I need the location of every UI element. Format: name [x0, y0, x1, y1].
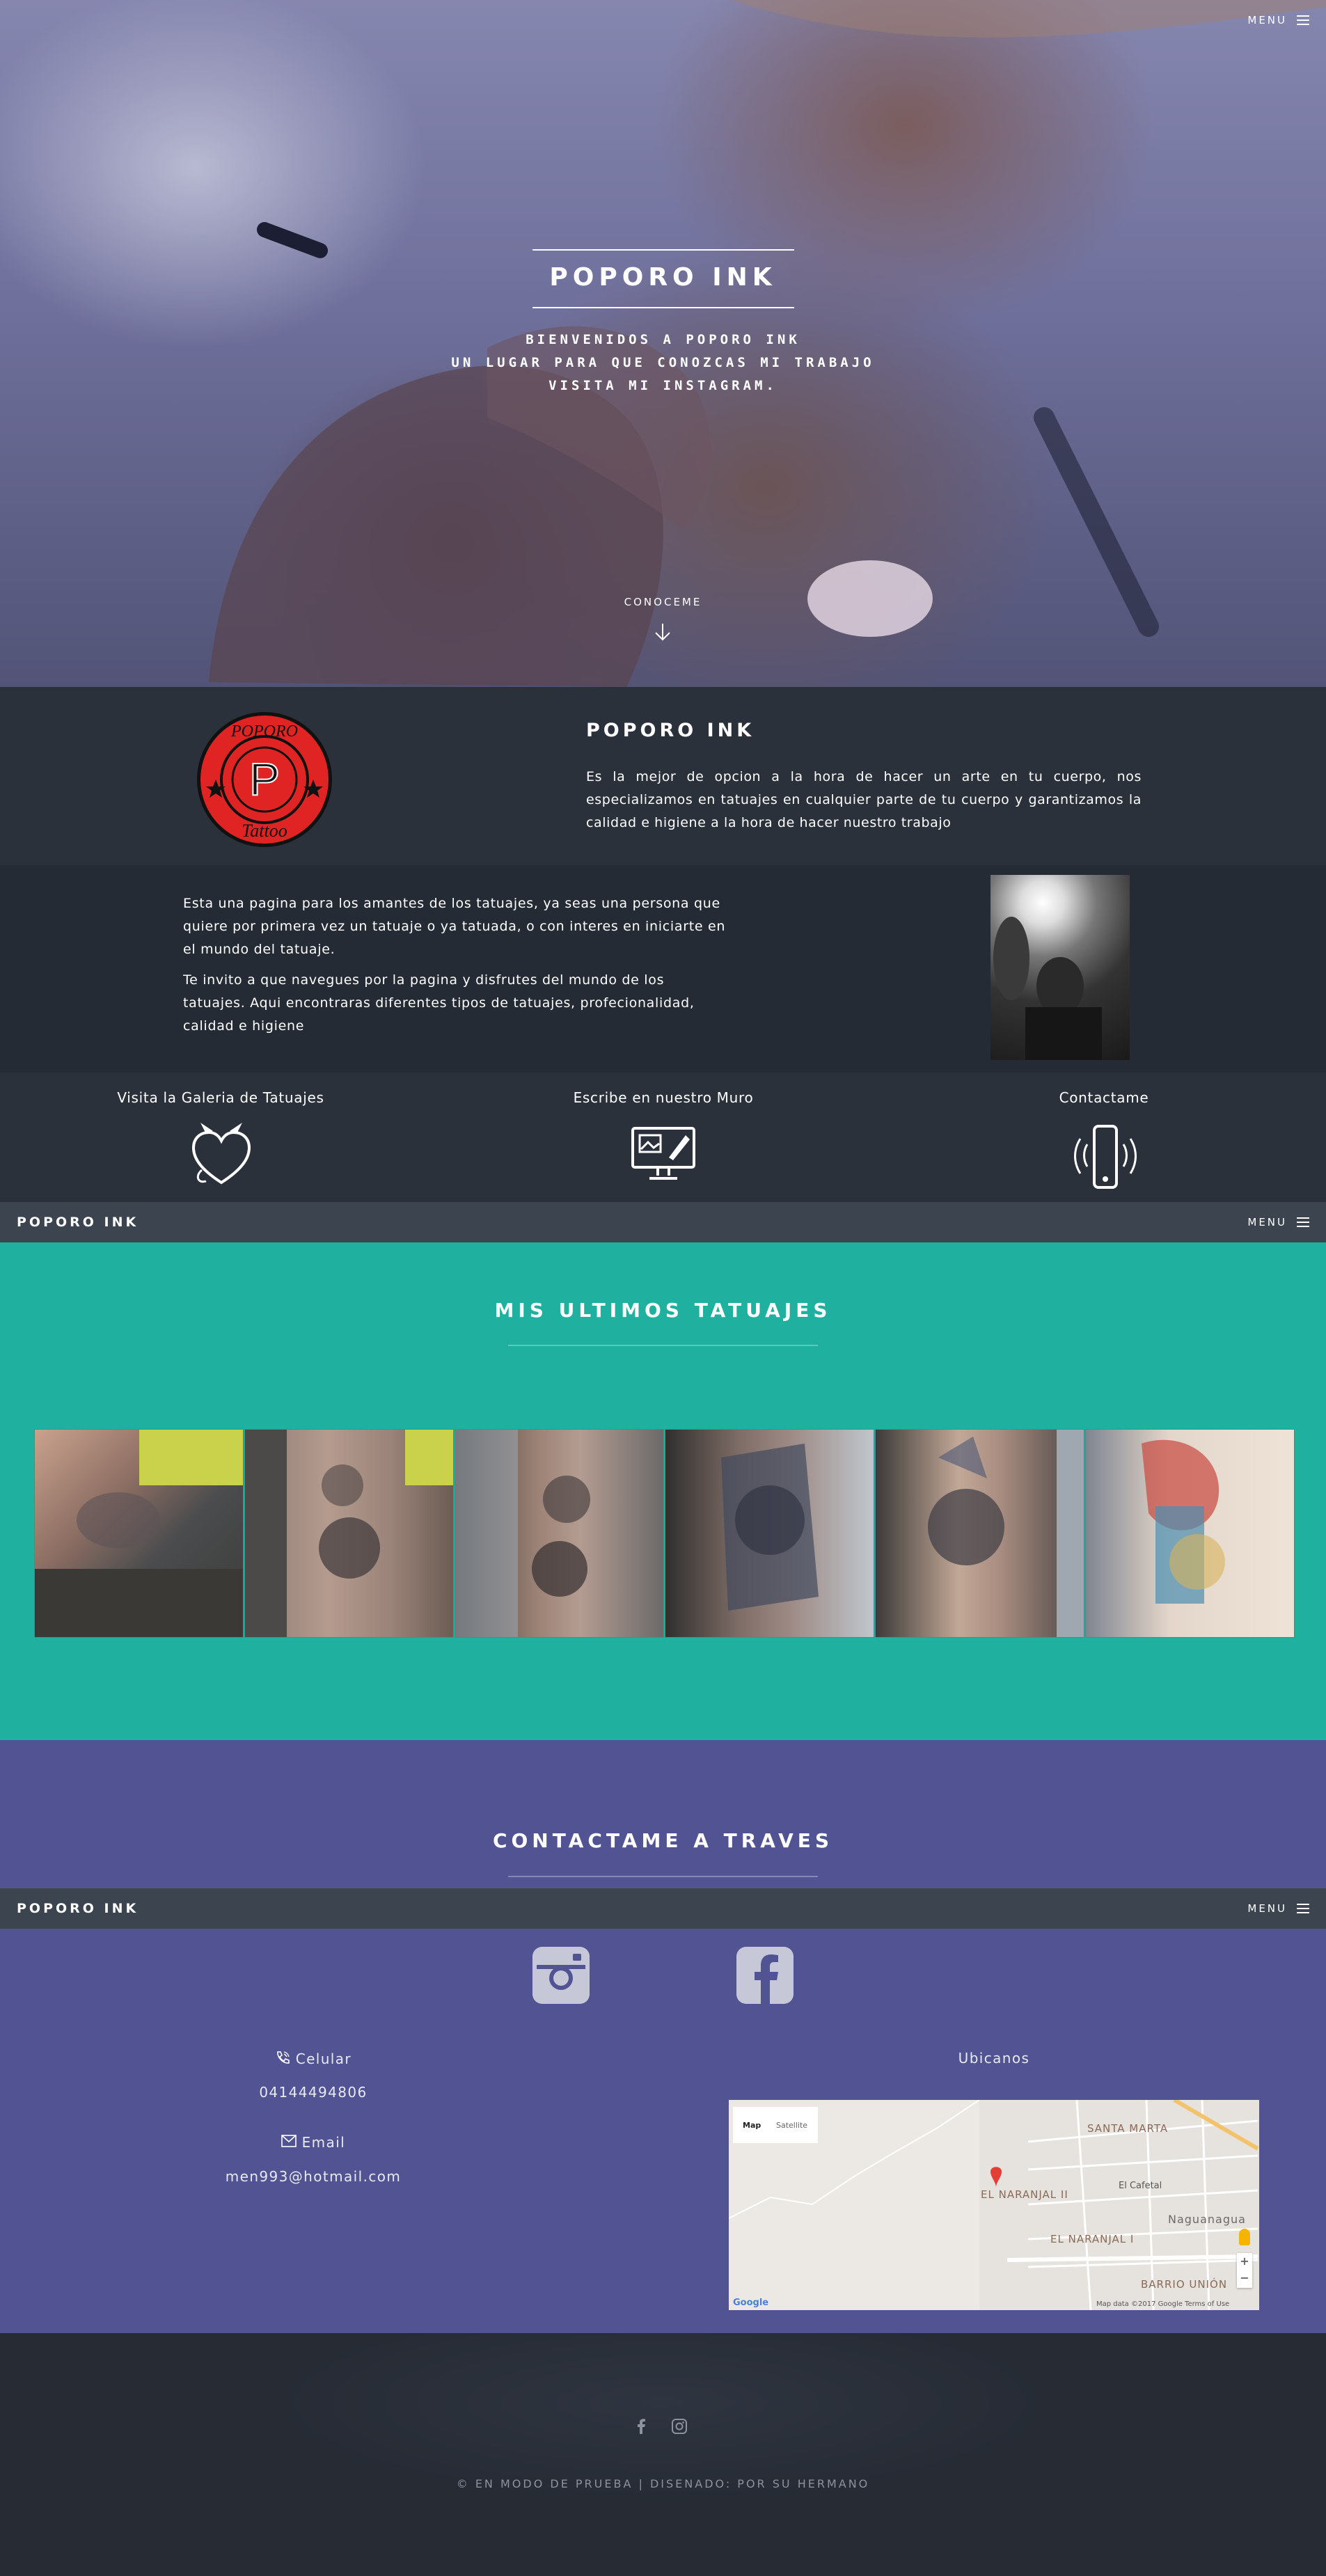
phone-label: Celular: [295, 2050, 352, 2067]
map-place: BARRIO UNIÓN: [1141, 2278, 1228, 2291]
map-attribution[interactable]: Map data ©2017 Google Terms of Use: [1096, 2300, 1229, 2308]
navbar-brand[interactable]: POPORO INK: [17, 1901, 139, 1916]
email-address[interactable]: men993@hotmail.com: [174, 2168, 452, 2185]
title-rule-bottom: [532, 307, 794, 308]
hero-menu-button[interactable]: MENU: [1247, 14, 1309, 26]
hero-section: MENU POPORO INK BIENVENIDOS A POPORO INK…: [0, 0, 1326, 687]
about-text: Es la mejor de opcion a la hora de hacer…: [586, 769, 1142, 830]
pegman-icon[interactable]: [1239, 2229, 1250, 2245]
gallery-tile[interactable]: [34, 1429, 244, 1638]
hero-title: POPORO INK: [549, 263, 777, 292]
conoceme-link[interactable]: CONOCEME: [0, 596, 1326, 608]
instagram-small-icon[interactable]: [672, 2419, 687, 2434]
map-zoom-controls[interactable]: + −: [1237, 2253, 1252, 2288]
navbar-menu-button[interactable]: MENU: [1247, 1216, 1309, 1228]
mail-icon: [281, 2135, 297, 2147]
map-place: Naguanagua: [1168, 2213, 1246, 2226]
menu-label: MENU: [1247, 1216, 1287, 1228]
map-tab-map[interactable]: Map: [743, 2121, 761, 2130]
artist-photo: [990, 875, 1130, 1060]
hamburger-icon: [1297, 15, 1309, 25]
map-tab-satellite[interactable]: Satellite: [776, 2121, 807, 2130]
intro-paragraph-1: Esta una pagina para los amantes de los …: [183, 896, 726, 957]
menu-label: MENU: [1247, 14, 1287, 26]
facebook-small-icon[interactable]: [635, 2419, 647, 2434]
hamburger-icon: [1297, 1217, 1309, 1227]
phone-icon[interactable]: [1072, 1123, 1139, 1190]
gallery-tile[interactable]: [455, 1429, 664, 1638]
map-place: EL NARANJAL I: [1050, 2233, 1135, 2245]
wall-link-label: Escribe en nuestro Muro: [573, 1089, 754, 1106]
arrow-down-icon[interactable]: [652, 622, 673, 642]
sticky-navbar: POPORO INK MENU: [0, 1202, 1326, 1242]
facebook-icon[interactable]: [736, 1947, 794, 2004]
map-place: EL NARANJAL II: [981, 2188, 1068, 2201]
phone-info: Celular: [174, 2050, 452, 2067]
gallery-title-rule: [508, 1345, 818, 1346]
footer: [0, 2333, 1326, 2576]
gallery-title: MIS ULTIMOS TATUAJES: [494, 1299, 832, 1322]
hero-subtitle-line-2: UN LUGAR PARA QUE CONOZCAS MI TRABAJO: [451, 355, 875, 370]
intro-paragraph-2: Te invito a que navegues por la pagina y…: [183, 972, 695, 1034]
contact-link-label: Contactame: [1059, 1089, 1149, 1106]
logo-text-top: POPORO: [230, 722, 298, 741]
about-title: POPORO INK: [586, 720, 755, 741]
map-place: SANTA MARTA: [1087, 2122, 1169, 2135]
email-info: Email: [174, 2134, 452, 2151]
phone-handset-icon: [277, 2051, 290, 2064]
svg-text:P: P: [249, 753, 280, 805]
gallery-tile[interactable]: [244, 1429, 454, 1638]
map-embed[interactable]: Map Satellite SANTA MARTA EL NARANJAL II…: [729, 2100, 1259, 2310]
contact-link[interactable]: Contactame: [930, 1089, 1278, 1106]
gallery-link[interactable]: Visita la Galeria de Tatuajes: [47, 1089, 395, 1106]
sticky-navbar: POPORO INK MENU: [0, 1888, 1326, 1929]
phone-number[interactable]: 04144494806: [174, 2084, 452, 2101]
gallery-link-label: Visita la Galeria de Tatuajes: [117, 1089, 324, 1106]
title-rule-top: [532, 249, 794, 251]
copyright: © EN MODO DE PRUEBA | DISENADO: POR SU H…: [456, 2477, 870, 2490]
gallery-tile[interactable]: [875, 1429, 1084, 1638]
menu-label: MENU: [1247, 1902, 1287, 1915]
gallery-tile[interactable]: [665, 1429, 874, 1638]
gallery-tile[interactable]: [1085, 1429, 1295, 1638]
navbar-brand[interactable]: POPORO INK: [17, 1215, 139, 1230]
hero-subtitle-line-1: BIENVENIDOS A POPORO INK: [526, 332, 800, 347]
wall-link[interactable]: Escribe en nuestro Muro: [489, 1089, 837, 1106]
google-logo: Google: [733, 2298, 769, 2308]
instagram-icon[interactable]: [532, 1947, 590, 2004]
map-place: El Cafetal: [1119, 2181, 1162, 2191]
logo-text-bottom: Tattoo: [242, 821, 287, 841]
monitor-pen-icon[interactable]: [630, 1125, 697, 1184]
hamburger-icon: [1297, 1904, 1309, 1913]
contact-title-rule: [508, 1876, 818, 1877]
map-label: Ubicanos: [958, 2050, 1030, 2067]
poporo-logo: P POPORO Tattoo: [197, 712, 332, 847]
email-label: Email: [301, 2134, 346, 2151]
navbar-menu-button[interactable]: MENU: [1247, 1902, 1309, 1915]
contact-title: CONTACTAME A TRAVES: [492, 1829, 834, 1852]
hero-subtitle-line-3: VISITA MI INSTAGRAM.: [548, 378, 778, 393]
heart-devil-icon[interactable]: [188, 1121, 255, 1188]
